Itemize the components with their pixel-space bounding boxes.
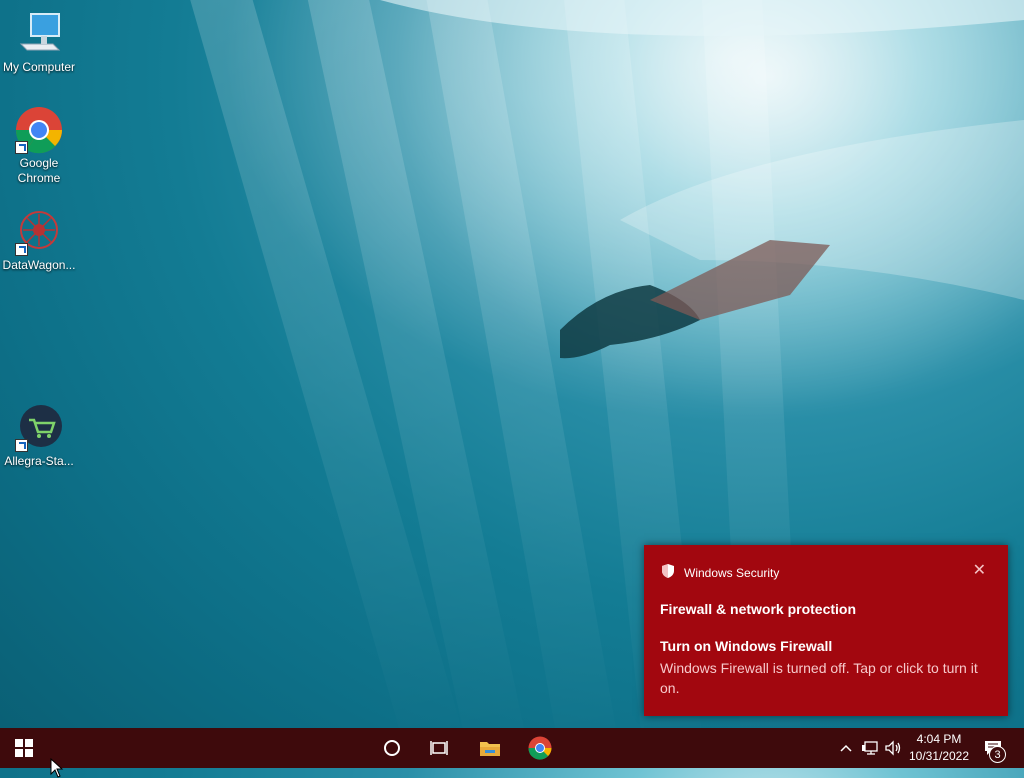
task-view-icon [430,741,448,755]
clock-time: 4:04 PM [916,732,962,746]
desktop-icon-label: My Computer [2,60,76,74]
toast-header: Windows Security [660,563,992,582]
notification-count-badge: 3 [989,746,1006,763]
desktop-icon-datawagon[interactable]: DataWagon... [0,208,78,273]
datawagon-icon [15,208,63,256]
network-button[interactable] [860,728,882,768]
start-button[interactable] [0,728,48,768]
cortana-circle-icon [384,740,400,756]
show-hidden-icons-button[interactable] [836,728,856,768]
chevron-up-icon [840,744,852,752]
toast-body: Windows Firewall is turned off. Tap or c… [660,660,978,696]
cortana-button[interactable] [372,728,412,768]
volume-button[interactable] [884,728,904,768]
chrome-taskbar-button[interactable] [520,728,560,768]
desktop-icon-my-computer[interactable]: My Computer [0,10,78,75]
desktop-icon-allegra[interactable]: Allegra-Sta... [0,404,78,469]
chrome-icon [15,106,63,154]
desktop-icon-label: DataWagon... [2,258,76,272]
windows-security-toast[interactable]: Windows Security ✕ Firewall & network pr… [644,545,1008,716]
folder-icon [480,742,500,756]
toast-app-name: Windows Security [684,565,780,580]
mouse-cursor-icon [50,758,64,778]
file-explorer-button[interactable] [470,728,510,768]
task-view-button[interactable] [420,728,460,768]
shortcut-arrow-icon [15,439,28,452]
toast-title: Firewall & network protection [660,601,857,617]
shopping-cart-icon [15,404,63,452]
computer-icon [15,10,63,58]
desktop-icon-label: Allegra-Sta... [4,454,74,468]
taskbar: 4:04 PM 10/31/2022 [0,728,1024,768]
shield-icon [660,563,676,582]
clock-date: 10/31/2022 [908,749,970,763]
chrome-icon [528,736,552,760]
toast-subtitle: Turn on Windows Firewall [660,638,833,654]
shortcut-arrow-icon [15,141,28,154]
desktop-icon-label: Google Chrome [17,156,61,185]
windows-logo-icon [15,739,33,757]
network-icon [862,741,878,755]
desktop-icon-google-chrome[interactable]: Google Chrome [0,106,78,186]
close-icon[interactable]: ✕ [973,563,986,579]
clock[interactable]: 4:04 PM 10/31/2022 [902,731,976,765]
shortcut-arrow-icon [15,243,28,256]
volume-icon [885,740,901,756]
